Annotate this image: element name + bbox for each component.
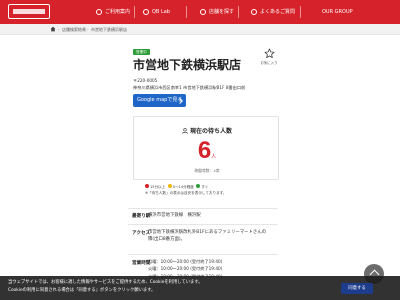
cookie-accept-button[interactable]: 同意する bbox=[341, 283, 373, 294]
nav-divider bbox=[300, 6, 301, 18]
wait-count-number: 6 bbox=[197, 137, 212, 164]
active-seats: 稼働席数：4席 bbox=[194, 168, 220, 173]
page-title: 市営地下鉄横浜駅店 bbox=[133, 58, 242, 72]
cookie-message: 当ウェブサイトでは、お客様に適した情報やサービスをご提供するため、Cookieを… bbox=[8, 279, 203, 295]
legend-item: すぐ bbox=[201, 185, 209, 189]
person-icon bbox=[182, 128, 188, 134]
lab-icon bbox=[143, 9, 149, 15]
info-icon bbox=[96, 9, 102, 15]
favorite-label: お気に入り bbox=[260, 61, 278, 65]
wait-status-panel: 現在の待ち人数 6人 稼働席数：4席 bbox=[133, 116, 279, 180]
cookie-banner: 当ウェブサイトでは、お客様に適した情報やサービスをご提供するため、Cookieを… bbox=[0, 276, 400, 300]
home-icon[interactable] bbox=[50, 26, 56, 32]
legend-red-dot bbox=[145, 184, 149, 188]
top-header: ご利用案内 QB Lab 店舗を探す よくあるご質問 OUR GROUP bbox=[0, 0, 400, 24]
info-value: 横浜市営地下鉄線 横浜駅 bbox=[148, 213, 201, 218]
favorite-button[interactable]: お気に入り bbox=[258, 48, 280, 65]
cookie-line-1: 当ウェブサイトでは、お客様に適した情報やサービスをご提供するため、Cookieを… bbox=[8, 280, 203, 285]
breadcrumb-separator: › bbox=[87, 27, 89, 32]
nav-our-group-label: OUR GROUP bbox=[322, 9, 353, 15]
legend-item: 15分以上 bbox=[150, 185, 166, 189]
wait-heading: 現在の待ち人数 bbox=[134, 126, 280, 135]
info-row-access: アクセス 市営地下鉄横浜駅改札外B1Fにあるファミリーマートさんの隣(出口8番方… bbox=[128, 224, 278, 254]
cookie-line-2: Cookieの利用に同意される場合は「同意する」ボタンをクリック願います。 bbox=[8, 288, 156, 293]
info-value: 市営地下鉄横浜駅改札外B1Fにあるファミリーマートさんの隣(出口8番方面)。 bbox=[148, 230, 267, 242]
legend-yellow-dot bbox=[167, 184, 172, 188]
hours-line: 火曜：10:00〜20:00 (受付終了19:40) bbox=[148, 266, 223, 272]
nav-faq-label: よくあるご質問 bbox=[260, 9, 296, 15]
nav-store-search-label: 店舗を探す bbox=[209, 9, 235, 15]
nav-qb-lab[interactable]: QB Lab bbox=[143, 4, 170, 20]
breadcrumb: › 店舗検索結果 › 市営地下鉄横浜駅店 bbox=[0, 24, 400, 35]
nav-divider bbox=[238, 6, 239, 18]
google-map-button[interactable]: Google mapで見る bbox=[133, 94, 186, 107]
nav-divider bbox=[134, 6, 135, 18]
nav-divider bbox=[186, 6, 187, 18]
nav-usage-guide-label: ご利用案内 bbox=[105, 9, 131, 15]
legend-note: ※「待ち人数」の表示は目安を表示しております。 bbox=[145, 191, 227, 195]
nav-our-group[interactable]: OUR GROUP bbox=[322, 4, 353, 20]
star-icon bbox=[264, 48, 274, 58]
legend-item: 5〜14分程度 bbox=[172, 185, 194, 189]
wait-count: 6人 bbox=[134, 137, 280, 165]
hours-line: 月曜：10:00〜20:00 (受付終了19:40) bbox=[148, 259, 223, 264]
search-icon bbox=[200, 9, 206, 15]
store-address: 神奈川県横浜市西区南幸1 市営地下鉄横浜駅B1F 8番出口前 bbox=[133, 85, 246, 90]
nav-usage-guide[interactable]: ご利用案内 bbox=[96, 4, 130, 20]
breadcrumb-separator: › bbox=[58, 27, 60, 32]
nav-qb-lab-label: QB Lab bbox=[152, 9, 170, 15]
breadcrumb-item-current: 市営地下鉄横浜駅店 bbox=[91, 27, 127, 32]
wait-count-unit: 人 bbox=[211, 154, 217, 160]
question-icon bbox=[251, 9, 257, 15]
wait-heading-text: 現在の待ち人数 bbox=[189, 128, 232, 135]
nav-store-search[interactable]: 店舗を探す bbox=[200, 4, 234, 20]
status-badge: 営業中 bbox=[133, 49, 150, 55]
breadcrumb-item-search-results[interactable]: 店舗検索結果 bbox=[62, 26, 86, 33]
logo[interactable] bbox=[8, 4, 50, 19]
legend-green-dot bbox=[196, 184, 201, 188]
nav-faq[interactable]: よくあるご質問 bbox=[251, 4, 295, 20]
postal-code: 〒220-0005 bbox=[133, 78, 158, 83]
info-row-nearest-station: 最寄り駅 横浜市営地下鉄線 横浜駅 bbox=[128, 208, 278, 224]
